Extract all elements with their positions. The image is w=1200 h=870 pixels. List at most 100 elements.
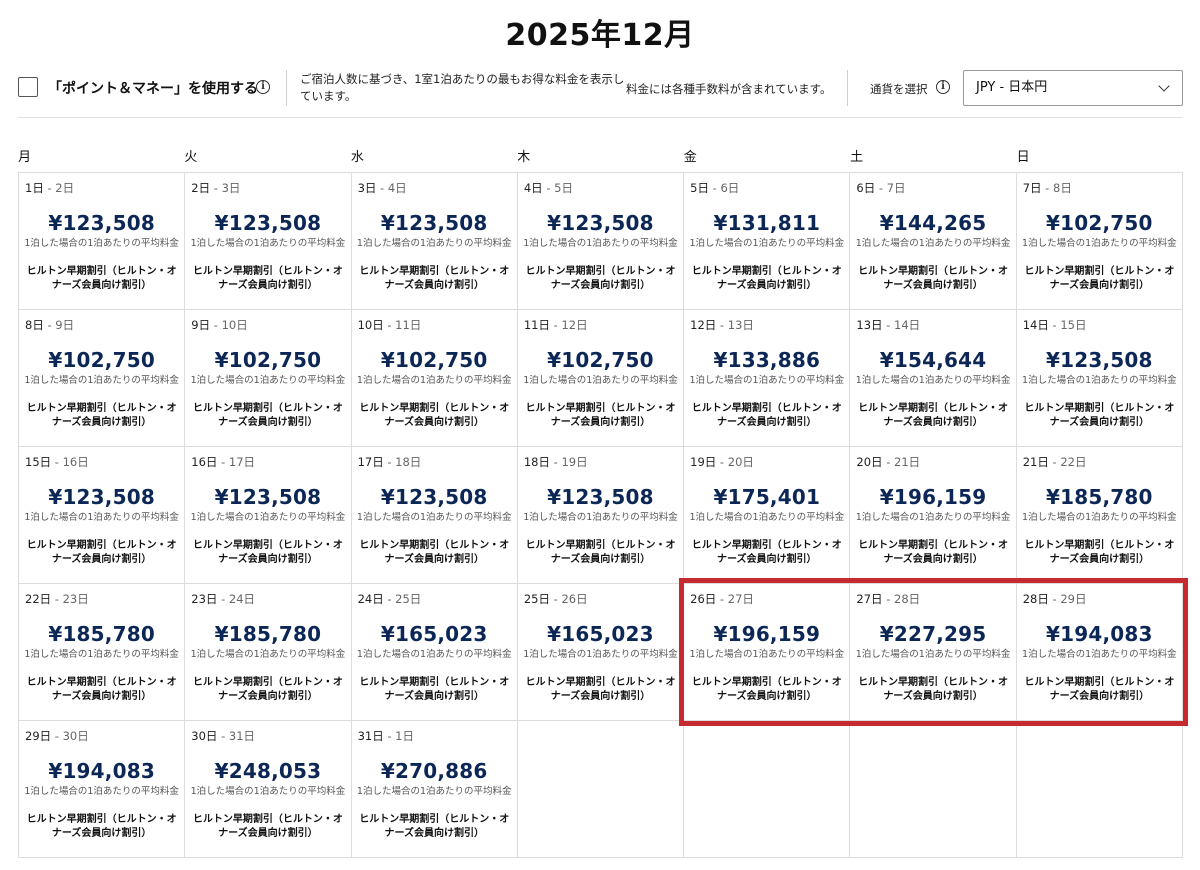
date-separator: - (549, 455, 562, 469)
calendar-day-cell[interactable]: 31日 - 1日 ¥270,886 1泊した場合の1泊あたりの平均料金 ヒルトン早期割… (351, 721, 518, 858)
calendar-day-cell[interactable]: 16日 - 17日 ¥123,508 1泊した場合の1泊あたりの平均料金 ヒルトン早期… (185, 447, 352, 584)
stay-dates: 8日 - 9日 (25, 317, 74, 333)
calendar-day-cell[interactable]: 12日 - 13日 ¥133,886 1泊した場合の1泊あたりの平均料金 ヒルトン早期… (684, 310, 851, 447)
checkin-date: 22日 (25, 592, 52, 606)
checkin-date: 25日 (523, 592, 550, 606)
nightly-price: ¥227,295 (879, 622, 987, 646)
calendar-day-cell[interactable]: 25日 - 26日 ¥165,023 1泊した場合の1泊あたりの平均料金 ヒルトン早期… (517, 584, 685, 721)
calendar-day-cell[interactable]: 24日 - 25日 ¥165,023 1泊した場合の1泊あたりの平均料金 ヒルトン早期… (351, 584, 518, 721)
average-rate-note: 1泊した場合の1泊あたりの平均料金 (689, 375, 845, 386)
rate-plan-name: ヒルトン早期割引（ヒルトン・オナーズ会員向け割引） (26, 540, 177, 565)
calendar-day-cell[interactable]: 1日 - 2日 ¥123,508 1泊した場合の1泊あたりの平均料金 ヒルトン早期割引… (19, 173, 186, 310)
date-separator: - (383, 455, 396, 469)
date-separator: - (217, 729, 229, 743)
checkin-date: 5日 (690, 181, 709, 195)
average-rate-note: 1泊した場合の1泊あたりの平均料金 (1022, 512, 1177, 523)
date-separator: - (43, 181, 56, 195)
calendar-day-cell[interactable]: 26日 - 27日 ¥196,159 1泊した場合の1泊あたりの平均料金 ヒルトン早期… (684, 584, 851, 721)
calendar-day-cell[interactable]: 4日 - 5日 ¥123,508 1泊した場合の1泊あたりの平均料金 ヒルトン早期割引… (517, 173, 685, 310)
calendar-day-cell[interactable]: 28日 - 29日 ¥194,083 1泊した場合の1泊あたりの平均料金 ヒルトン早期… (1016, 584, 1183, 721)
stay-dates: 18日 - 19日 (524, 454, 588, 470)
calendar-day-cell[interactable]: 27日 - 28日 ¥227,295 1泊した場合の1泊あたりの平均料金 ヒルトン早期… (850, 584, 1017, 721)
checkout-date: 9日 (55, 318, 75, 332)
calendar-day-cell[interactable]: 21日 - 22日 ¥185,780 1泊した場合の1泊あたりの平均料金 ヒルトン早期… (1016, 447, 1183, 584)
nightly-price: ¥123,508 (48, 485, 155, 509)
info-icon[interactable]: i (256, 80, 270, 94)
nightly-price: ¥102,750 (48, 348, 155, 372)
stay-dates: 21日 - 22日 (1023, 454, 1087, 470)
checkin-date: 28日 (1022, 592, 1049, 606)
lowest-rate-note: ご宿泊人数に基づき、1室1泊あたりの最もお得な料金を表示しています。 (300, 72, 625, 103)
calendar-day-cell[interactable]: 23日 - 24日 ¥185,780 1泊した場合の1泊あたりの平均料金 ヒルトン早期… (185, 584, 352, 721)
rate-plan-name: ヒルトン早期割引（ヒルトン・オナーズ会員向け割引） (858, 677, 1009, 702)
nightly-price: ¥196,159 (713, 622, 821, 646)
checkout-date: 3日 (221, 181, 241, 195)
calendar-day-cell[interactable]: 11日 - 12日 ¥102,750 1泊した場合の1泊あたりの平均料金 ヒルトン早期… (517, 310, 685, 447)
stay-dates: 7日 - 8日 (1023, 180, 1072, 196)
rate-plan-name: ヒルトン早期割引（ヒルトン・オナーズ会員向け割引） (858, 540, 1009, 565)
checkout-date: 26日 (561, 592, 588, 606)
calendar-day-cell[interactable]: 8日 - 9日 ¥102,750 1泊した場合の1泊あたりの平均料金 ヒルトン早期割引… (19, 310, 186, 447)
points-money-checkbox[interactable] (18, 77, 38, 97)
checkout-date: 20日 (727, 455, 754, 469)
checkin-date: 3日 (357, 181, 377, 195)
checkout-date: 24日 (228, 592, 256, 606)
date-separator: - (43, 318, 56, 332)
calendar-day-cell[interactable]: 17日 - 18日 ¥123,508 1泊した場合の1泊あたりの平均料金 ヒルトン早期… (351, 447, 518, 584)
points-money-label[interactable]: 「ポイント＆マネー」を使用する (48, 78, 258, 98)
weekday-label: 土 (850, 150, 864, 165)
stay-dates: 31日 - 1日 (358, 728, 414, 744)
date-separator: - (51, 455, 63, 469)
divider (18, 117, 1183, 118)
average-rate-note: 1泊した場合の1泊あたりの平均料金 (190, 786, 346, 797)
checkin-date: 11日 (523, 318, 550, 332)
calendar-day-cell[interactable]: 6日 - 7日 ¥144,265 1泊した場合の1泊あたりの平均料金 ヒルトン早期割引… (850, 173, 1017, 310)
rate-plan-name: ヒルトン早期割引（ヒルトン・オナーズ会員向け割引） (691, 403, 842, 428)
calendar-day-cell[interactable]: 10日 - 11日 ¥102,750 1泊した場合の1泊あたりの平均料金 ヒルトン早期… (351, 310, 518, 447)
checkin-date: 9日 (191, 318, 211, 332)
calendar-day-cell[interactable]: 19日 - 20日 ¥175,401 1泊した場合の1泊あたりの平均料金 ヒルトン早期… (684, 447, 851, 584)
date-separator: - (716, 318, 728, 332)
checkout-date: 1日 (395, 729, 414, 743)
stay-dates: 23日 - 24日 (191, 591, 255, 607)
nightly-price: ¥194,083 (1046, 622, 1153, 646)
rate-plan-name: ヒルトン早期割引（ヒルトン・オナーズ会員向け割引） (1024, 266, 1175, 291)
calendar-day-cell[interactable]: 22日 - 23日 ¥185,780 1泊した場合の1泊あたりの平均料金 ヒルトン早期… (19, 584, 186, 721)
stay-dates: 6日 - 7日 (856, 180, 905, 196)
checkout-date: 12日 (561, 318, 588, 332)
stay-dates: 22日 - 23日 (25, 591, 89, 607)
fees-included-note: 料金には各種手数料が含まれています。 (626, 82, 832, 96)
empty-day-cell (684, 721, 851, 858)
currency-select[interactable]: JPY - 日本円 (963, 70, 1183, 106)
calendar-day-cell[interactable]: 20日 - 21日 ¥196,159 1泊した場合の1泊あたりの平均料金 ヒルトン早期… (850, 447, 1017, 584)
calendar-day-cell[interactable]: 13日 - 14日 ¥154,644 1泊した場合の1泊あたりの平均料金 ヒルトン早期… (850, 310, 1017, 447)
calendar-day-cell[interactable]: 3日 - 4日 ¥123,508 1泊した場合の1泊あたりの平均料金 ヒルトン早期割引… (351, 173, 518, 310)
empty-day-cell (517, 721, 685, 858)
calendar-day-cell[interactable]: 2日 - 3日 ¥123,508 1泊した場合の1泊あたりの平均料金 ヒルトン早期割引… (185, 173, 352, 310)
date-separator: - (51, 729, 63, 743)
checkout-date: 19日 (561, 455, 588, 469)
calendar-day-cell[interactable]: 29日 - 30日 ¥194,083 1泊した場合の1泊あたりの平均料金 ヒルトン早期… (19, 721, 186, 858)
calendar-day-cell[interactable]: 5日 - 6日 ¥131,811 1泊した場合の1泊あたりの平均料金 ヒルトン早期割引… (684, 173, 851, 310)
rate-plan-name: ヒルトン早期割引（ヒルトン・オナーズ会員向け割引） (691, 540, 842, 565)
date-separator: - (882, 592, 895, 606)
calendar-day-cell[interactable]: 7日 - 8日 ¥102,750 1泊した場合の1泊あたりの平均料金 ヒルトン早期割引… (1016, 173, 1183, 310)
calendar-day-cell[interactable]: 15日 - 16日 ¥123,508 1泊した場合の1泊あたりの平均料金 ヒルトン早期… (19, 447, 186, 584)
date-separator: - (51, 592, 63, 606)
stay-dates: 12日 - 13日 (690, 317, 754, 333)
info-icon[interactable]: i (936, 80, 950, 94)
nightly-price: ¥102,750 (214, 348, 322, 372)
stay-dates: 11日 - 12日 (524, 317, 588, 333)
weekday-label: 月 (18, 150, 32, 165)
date-separator: - (549, 318, 562, 332)
checkout-date: 4日 (387, 181, 407, 195)
calendar-day-cell[interactable]: 9日 - 10日 ¥102,750 1泊した場合の1泊あたりの平均料金 ヒルトン早期割… (185, 310, 352, 447)
calendar-day-cell[interactable]: 30日 - 31日 ¥248,053 1泊した場合の1泊あたりの平均料金 ヒルトン早期… (185, 721, 352, 858)
average-rate-note: 1泊した場合の1泊あたりの平均料金 (24, 512, 179, 523)
average-rate-note: 1泊した場合の1泊あたりの平均料金 (689, 238, 845, 249)
calendar-day-cell[interactable]: 18日 - 19日 ¥123,508 1泊した場合の1泊あたりの平均料金 ヒルトン早期… (517, 447, 685, 584)
checkin-date: 15日 (25, 455, 52, 469)
average-rate-note: 1泊した場合の1泊あたりの平均料金 (190, 375, 346, 386)
calendar-day-cell[interactable]: 14日 - 15日 ¥123,508 1泊した場合の1泊あたりの平均料金 ヒルトン早期… (1016, 310, 1183, 447)
date-separator: - (217, 455, 229, 469)
